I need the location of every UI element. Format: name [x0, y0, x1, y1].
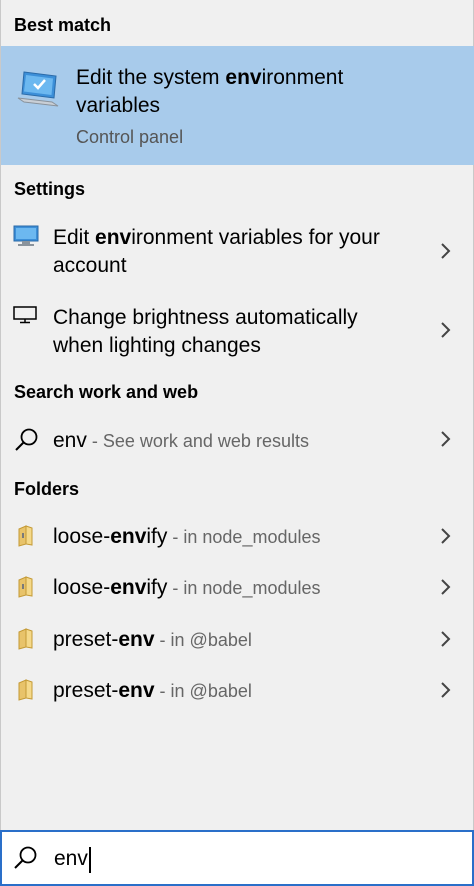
monitor-settings-icon — [13, 225, 39, 252]
settings-item-label: Edit environment variables for your acco… — [53, 226, 380, 277]
folder-item-label: preset-env - in @babel — [53, 628, 252, 651]
best-match-item[interactable]: Edit the system environment variables Co… — [1, 46, 474, 165]
web-search-label: env - See work and web results — [53, 429, 309, 452]
folder-icon — [17, 576, 35, 603]
chevron-right-icon — [439, 629, 453, 649]
display-icon — [13, 306, 37, 329]
section-settings: Settings — [14, 179, 86, 199]
chevron-right-icon — [439, 241, 453, 261]
settings-item-env-variables[interactable]: Edit environment variables for your acco… — [1, 216, 474, 286]
chevron-right-icon — [439, 429, 453, 449]
chevron-right-icon — [439, 526, 453, 546]
text-caret — [89, 847, 91, 873]
best-match-subtitle: Control panel — [76, 127, 184, 147]
chevron-right-icon — [439, 320, 453, 340]
folder-icon — [17, 679, 35, 706]
search-icon — [14, 427, 40, 458]
section-search-web: Search work and web — [14, 382, 199, 402]
folder-item[interactable]: loose-envify - in node_modules — [1, 566, 474, 612]
folder-item-label: loose-envify - in node_modules — [53, 525, 321, 548]
search-icon — [13, 845, 39, 876]
chevron-right-icon — [439, 680, 453, 700]
web-search-item[interactable]: env - See work and web results — [1, 418, 474, 464]
folder-icon — [17, 628, 35, 655]
settings-item-brightness[interactable]: Change brightness automatically when lig… — [1, 296, 474, 366]
folder-item[interactable]: preset-env - in @babel — [1, 618, 474, 664]
folder-item[interactable]: loose-envify - in node_modules — [1, 515, 474, 561]
best-match-title: Edit the system environment variables — [76, 66, 344, 117]
settings-item-label: Change brightness automatically when lig… — [53, 306, 358, 357]
chevron-right-icon — [439, 577, 453, 597]
search-input[interactable]: env — [0, 830, 474, 886]
section-best-match: Best match — [14, 15, 112, 35]
section-folders: Folders — [14, 479, 80, 499]
search-input-value: env — [54, 847, 88, 870]
folder-icon — [17, 525, 35, 552]
search-results-panel: Best match Edit the system environment v… — [0, 0, 474, 830]
folder-item-label: preset-env - in @babel — [53, 679, 252, 702]
folder-item-label: loose-envify - in node_modules — [53, 576, 321, 599]
monitor-check-icon — [14, 68, 60, 115]
folder-item[interactable]: preset-env - in @babel — [1, 669, 474, 715]
